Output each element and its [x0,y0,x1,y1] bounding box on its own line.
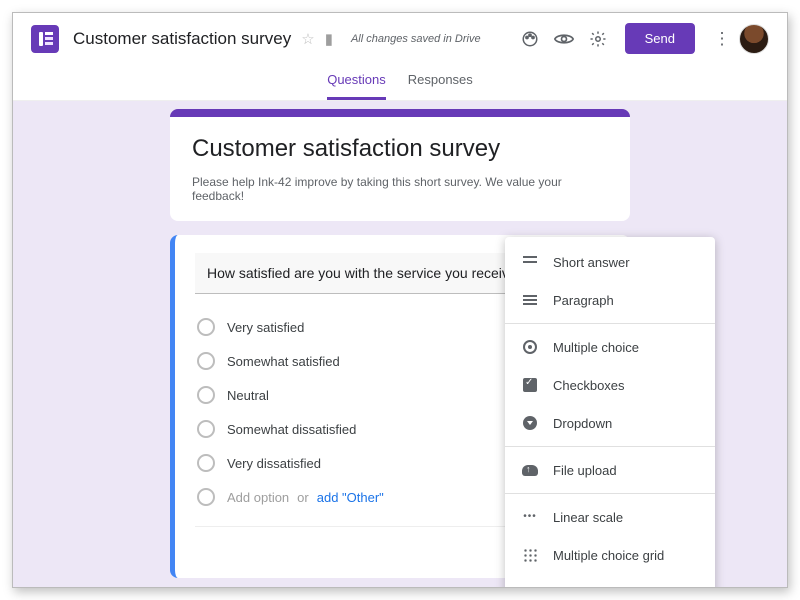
option-label[interactable]: Neutral [227,388,269,403]
question-type-menu: Short answer Paragraph Multiple choice C… [505,237,715,587]
menu-item-linear-scale[interactable]: ••• Linear scale [505,498,715,536]
form-canvas: Customer satisfaction survey Please help… [13,101,787,587]
menu-label: Checkboxes [553,378,625,393]
menu-item-paragraph[interactable]: Paragraph [505,281,715,319]
add-other-button[interactable]: add "Other" [317,490,384,505]
menu-label: Multiple choice grid [553,548,664,563]
option-label[interactable]: Somewhat dissatisfied [227,422,356,437]
radio-icon [197,488,215,506]
option-label[interactable]: Very dissatisfied [227,456,321,471]
file-upload-icon [521,461,539,479]
menu-label: Multiple choice [553,340,639,355]
radio-icon [197,352,215,370]
form-description[interactable]: Please help Ink-42 improve by taking thi… [192,175,608,203]
save-status: All changes saved in Drive [351,33,481,45]
tab-responses[interactable]: Responses [408,62,473,100]
dropdown-icon [521,414,539,432]
multiple-choice-icon [521,338,539,356]
form-title[interactable]: Customer satisfaction survey [192,135,608,163]
send-button[interactable]: Send [625,23,695,54]
menu-label: Linear scale [553,510,623,525]
settings-gear-icon[interactable] [583,24,613,54]
doc-title[interactable]: Customer satisfaction survey [73,29,291,49]
menu-item-dropdown[interactable]: Dropdown [505,404,715,442]
menu-item-short-answer[interactable]: Short answer [505,243,715,281]
radio-icon [197,318,215,336]
radio-icon [197,454,215,472]
account-avatar[interactable] [739,24,769,54]
radio-icon [197,386,215,404]
customize-theme-icon[interactable] [515,24,545,54]
move-folder-icon[interactable]: ▮ [325,30,333,48]
tab-questions[interactable]: Questions [327,62,386,100]
or-label: or [297,490,309,505]
menu-separator [505,493,715,494]
menu-item-file-upload[interactable]: File upload [505,451,715,489]
menu-label: Paragraph [553,293,614,308]
forms-logo-icon[interactable] [31,25,59,53]
add-option-label[interactable]: Add option [227,490,289,505]
option-label[interactable]: Somewhat satisfied [227,354,340,369]
option-label[interactable]: Very satisfied [227,320,304,335]
menu-separator [505,323,715,324]
star-icon[interactable]: ☆ [301,30,314,48]
menu-item-checkboxes[interactable]: Checkboxes [505,366,715,404]
menu-item-multiple-choice[interactable]: Multiple choice [505,328,715,366]
menu-label: Short answer [553,255,630,270]
menu-item-cb-grid[interactable]: Checkbox grid [505,574,715,587]
more-menu-icon[interactable]: ⋮ [707,24,737,54]
checkboxes-icon [521,376,539,394]
menu-item-mc-grid[interactable]: Multiple choice grid [505,536,715,574]
short-answer-icon [521,253,539,271]
mc-grid-icon [521,546,539,564]
form-header-card[interactable]: Customer satisfaction survey Please help… [170,109,630,221]
preview-icon[interactable] [549,24,579,54]
radio-icon [197,420,215,438]
menu-separator [505,446,715,447]
menu-label: File upload [553,463,617,478]
menu-label: Dropdown [553,416,612,431]
paragraph-icon [521,291,539,309]
app-header: Customer satisfaction survey ☆ ▮ All cha… [13,13,787,58]
linear-scale-icon: ••• [521,508,539,526]
menu-label: Checkbox grid [553,586,636,588]
cb-grid-icon [521,584,539,587]
tab-bar: Questions Responses [13,58,787,101]
